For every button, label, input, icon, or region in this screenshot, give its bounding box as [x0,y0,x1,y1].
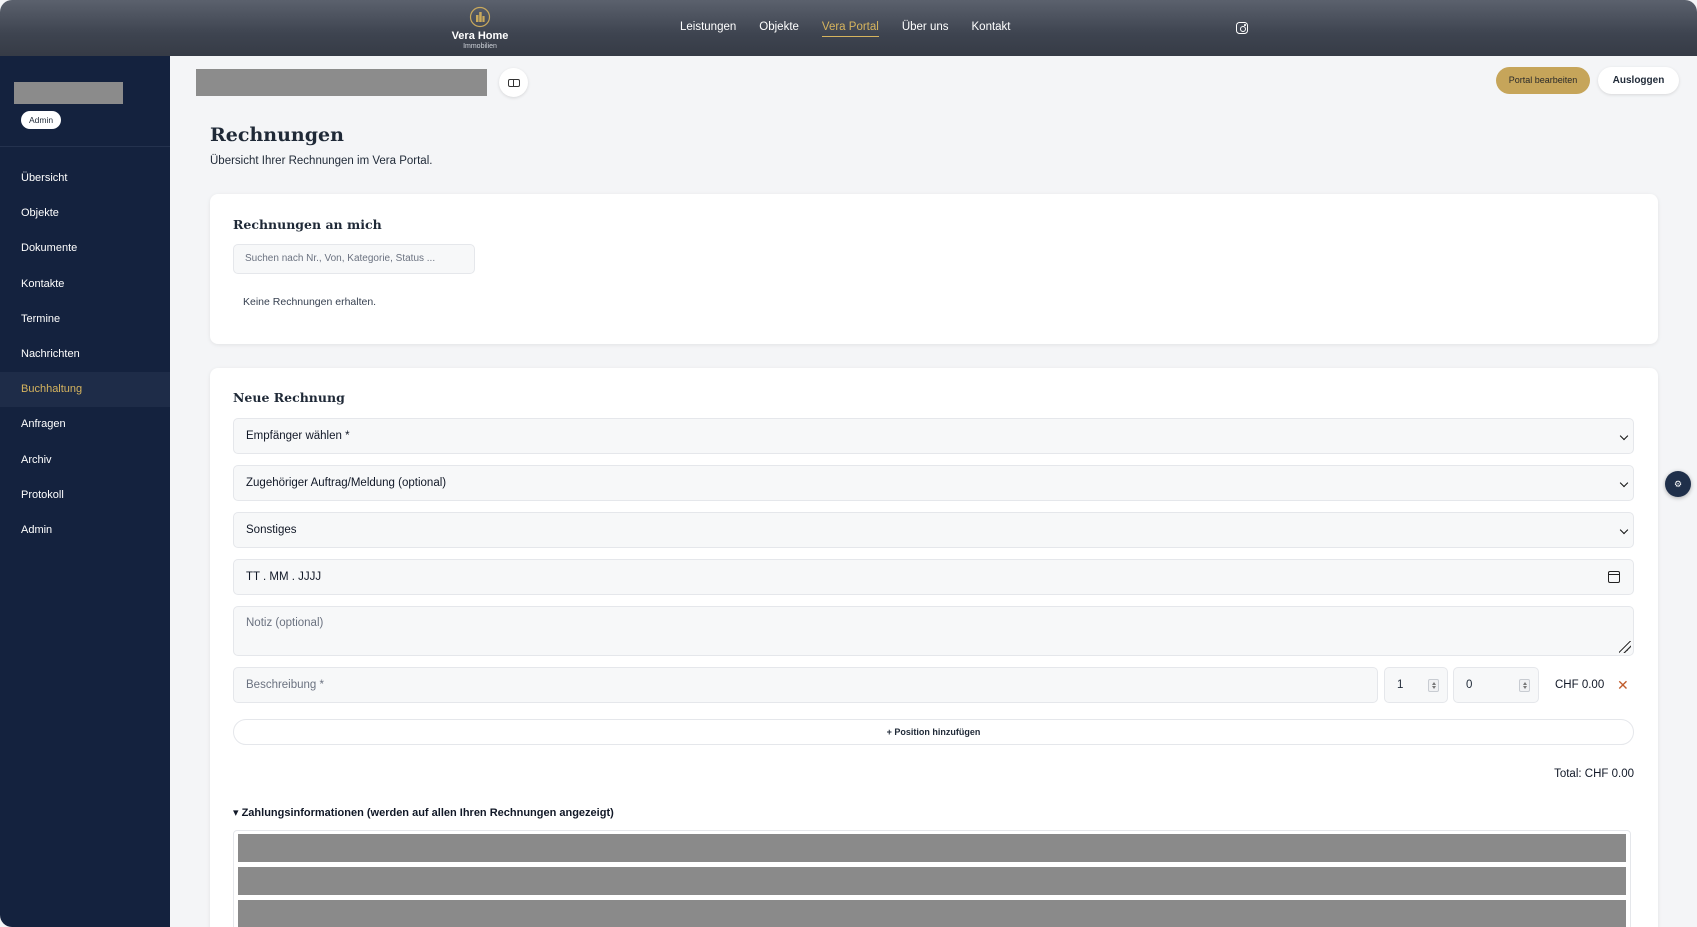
sidebar-item-protokoll[interactable]: Protokoll [0,478,170,513]
payment-field-redacted[interactable] [238,900,1626,927]
category-select[interactable]: Sonstiges [233,512,1634,548]
payment-field-redacted[interactable] [238,867,1626,895]
position-quantity-input[interactable]: 1 [1384,667,1448,703]
position-quantity-value: 1 [1397,679,1404,691]
stepper-icon[interactable] [1519,679,1530,692]
order-select[interactable]: Zugehöriger Auftrag/Meldung (optional) [233,465,1634,501]
nav-kontakt[interactable]: Kontakt [972,21,1011,37]
sidebar-item-kontakte[interactable]: Kontakte [0,267,170,302]
sidebar-item-archiv[interactable]: Archiv [0,443,170,478]
nav-leistungen[interactable]: Leistungen [680,21,736,37]
page-subtitle: Übersicht Ihrer Rechnungen im Vera Porta… [210,155,433,167]
position-row: Beschreibung * 1 0 CHF 0.00 ✕ [233,667,1634,703]
page-title: Rechnungen [210,124,344,146]
chevron-down-icon [1619,431,1629,441]
calendar-icon[interactable] [1608,571,1620,583]
payment-info-box [233,830,1631,927]
brand-name: Vera Home [451,30,509,42]
stepper-icon[interactable] [1428,679,1439,692]
recipient-select[interactable]: Empfänger wählen * [233,418,1634,454]
recipient-select-value: Empfänger wählen * [246,430,350,442]
resize-handle-icon[interactable] [1619,641,1631,653]
sidebar-item-buchhaltung[interactable]: Buchhaltung [0,372,170,408]
user-box: Admin [0,56,170,147]
position-price-input[interactable]: 0 [1453,667,1539,703]
main-nav: Leistungen Objekte Vera Portal Über uns … [680,21,1034,37]
top-navbar: Vera Home Immobilien Leistungen Objekte … [0,0,1697,56]
building-icon [469,6,491,28]
accessibility-float-button[interactable]: ⚙ [1665,471,1691,497]
chevron-down-icon [1619,478,1629,488]
invoice-search-input[interactable]: Suchen nach Nr., Von, Kategorie, Status … [233,244,475,274]
sidebar-item-objekte[interactable]: Objekte [0,196,170,231]
ticket-icon [507,78,520,87]
category-select-value: Sonstiges [246,524,297,536]
position-description-input[interactable]: Beschreibung * [233,667,1378,703]
sidebar: Admin Übersicht Objekte Dokumente Kontak… [0,56,170,927]
sidebar-item-dokumente[interactable]: Dokumente [0,231,170,266]
role-badge: Admin [21,111,62,129]
remove-position-icon[interactable]: ✕ [1617,667,1629,703]
portal-edit-button[interactable]: Portal bearbeiten [1496,67,1590,94]
user-name-redacted [14,82,123,104]
new-invoice-title: Neue Rechnung [233,390,345,405]
payment-info-toggle[interactable]: ▾ Zahlungsinformationen (werden auf alle… [233,806,614,819]
sidebar-item-anfragen[interactable]: Anfragen [0,407,170,442]
instagram-icon[interactable] [1236,22,1248,34]
position-price-value: 0 [1466,679,1473,691]
brand-subtitle: Immobilien [463,43,497,50]
add-position-button[interactable]: + Position hinzufügen [233,719,1634,745]
received-invoices-card: Rechnungen an mich Suchen nach Nr., Von,… [210,194,1658,344]
nav-vera-portal[interactable]: Vera Portal [821,21,879,37]
ticket-button[interactable] [499,68,528,97]
date-input[interactable]: TT . MM . JJJJ [233,559,1634,595]
note-placeholder: Notiz (optional) [246,617,324,629]
order-select-value: Zugehöriger Auftrag/Meldung (optional) [246,477,447,489]
payment-field-redacted[interactable] [238,834,1626,862]
global-search-redacted[interactable] [196,69,487,96]
new-invoice-card: Neue Rechnung Empfänger wählen * Zugehör… [210,368,1658,927]
chevron-down-icon [1619,525,1629,535]
invoice-total: Total: CHF 0.00 [1554,768,1634,780]
sidebar-item-nachrichten[interactable]: Nachrichten [0,337,170,372]
nav-objekte[interactable]: Objekte [759,21,799,37]
logout-button[interactable]: Ausloggen [1598,67,1679,94]
date-input-placeholder: TT . MM . JJJJ [246,571,322,583]
empty-state-text: Keine Rechnungen erhalten. [243,296,377,308]
sidebar-item-admin[interactable]: Admin [0,513,170,548]
sidebar-item-uebersicht[interactable]: Übersicht [0,161,170,196]
position-line-total: CHF 0.00 [1555,679,1605,691]
brand-logo[interactable]: Vera Home Immobilien [440,6,520,51]
nav-ueber-uns[interactable]: Über uns [902,21,949,37]
sidebar-nav: Übersicht Objekte Dokumente Kontakte Ter… [0,161,170,548]
received-invoices-title: Rechnungen an mich [233,217,382,232]
accessibility-icon: ⚙ [1673,479,1683,489]
sidebar-item-termine[interactable]: Termine [0,302,170,337]
note-textarea[interactable]: Notiz (optional) [233,606,1634,656]
